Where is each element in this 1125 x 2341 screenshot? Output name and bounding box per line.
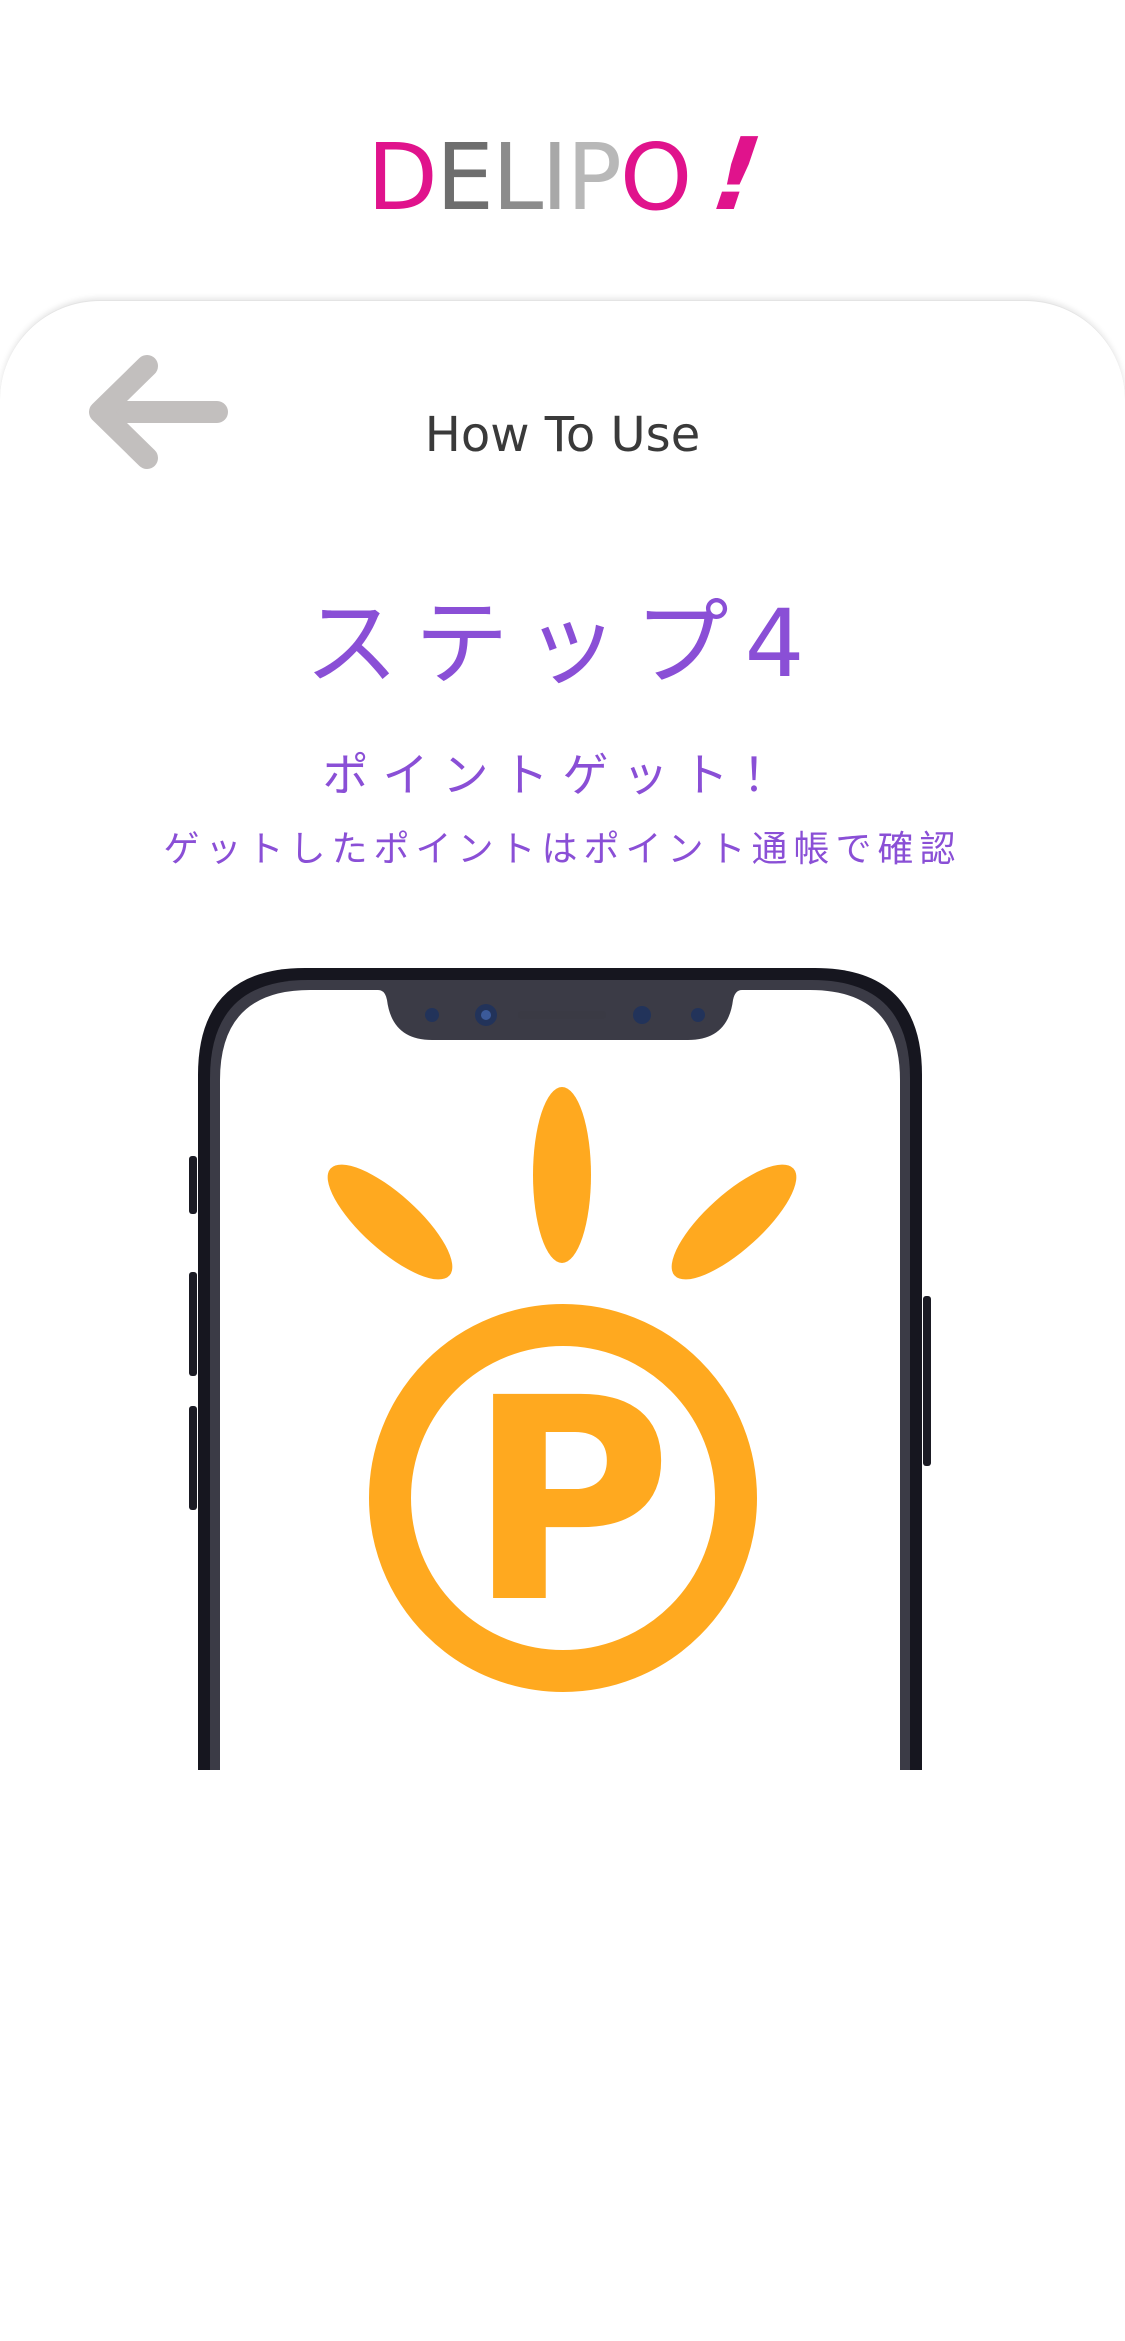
logo-letter-e: E	[435, 124, 494, 231]
step-title: ステップ4	[304, 590, 821, 699]
logo-exclamation: !	[706, 116, 767, 233]
smartphone-illustration: P	[180, 960, 940, 1770]
step-subtitle: ポイントゲット！	[322, 748, 803, 802]
smartphone-icon: P	[189, 968, 931, 1770]
app-logo: DELIPO!	[0, 116, 1125, 233]
logo-letter-o: O	[619, 124, 692, 231]
page-title: How To Use	[424, 407, 701, 463]
svg-text:P: P	[467, 1339, 672, 1665]
logo-letter-p: P	[566, 124, 622, 231]
logo-letter-l: L	[492, 124, 543, 231]
logo-letter-i: I	[541, 124, 568, 231]
step-description: ゲットしたポイントはポイント通帳で確認	[163, 829, 962, 870]
logo-letter-d: D	[367, 124, 438, 231]
